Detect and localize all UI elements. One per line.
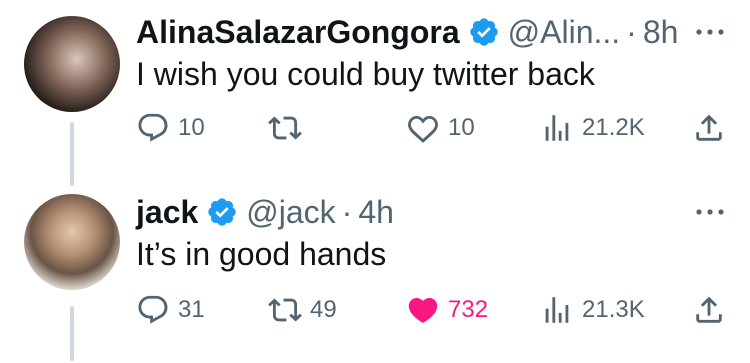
author-name[interactable]: AlinaSalazarGongora <box>136 14 460 51</box>
like-button[interactable]: 732 <box>406 293 488 327</box>
avatar[interactable] <box>24 194 120 290</box>
avatar[interactable] <box>24 16 120 112</box>
retweet-count: 49 <box>310 296 337 323</box>
more-icon[interactable] <box>692 194 728 230</box>
retweet-icon <box>268 298 302 322</box>
views-icon <box>545 115 569 141</box>
retweet-button[interactable] <box>268 111 310 145</box>
separator-dot: · <box>341 193 353 230</box>
author-handle[interactable]: @jack <box>246 194 335 231</box>
author-name[interactable]: jack <box>136 194 198 231</box>
reply-icon <box>138 113 168 142</box>
like-count: 10 <box>448 114 475 141</box>
reply-icon <box>138 295 168 324</box>
thread-line <box>70 122 74 186</box>
views-button[interactable]: 21.3K <box>540 293 645 327</box>
heart-icon <box>408 297 438 323</box>
separator-dot: · <box>626 13 637 50</box>
like-button[interactable]: 10 <box>406 111 475 145</box>
share-button[interactable] <box>692 293 726 327</box>
verified-badge-icon <box>208 198 236 226</box>
retweet-button[interactable]: 49 <box>268 293 337 327</box>
tweet-header: AlinaSalazarGongora @Alin... · 8h <box>136 12 730 52</box>
share-icon <box>696 114 722 141</box>
tweet-header: jack @jack · 4h <box>136 192 730 232</box>
reply-button[interactable]: 10 <box>136 111 205 145</box>
action-bar: 31 49 732 21.3K <box>136 290 726 330</box>
reply-count: 31 <box>178 296 205 323</box>
views-count: 21.2K <box>582 114 645 141</box>
tweet-text: It’s in good hands <box>136 236 387 272</box>
retweet-icon <box>268 116 302 140</box>
views-count: 21.3K <box>582 296 645 323</box>
share-icon <box>696 296 722 323</box>
views-button[interactable]: 21.2K <box>540 111 645 145</box>
tweet-text: I wish you could buy twitter back <box>136 56 595 92</box>
reply-count: 10 <box>178 114 205 141</box>
tweet[interactable]: jack @jack · 4h It’s in good hands 31 49… <box>0 190 750 363</box>
reply-button[interactable]: 31 <box>136 293 205 327</box>
like-count: 732 <box>448 296 489 323</box>
tweet[interactable]: AlinaSalazarGongora @Alin... · 8h I wish… <box>0 0 750 190</box>
views-icon <box>545 297 569 323</box>
share-button[interactable] <box>692 111 726 145</box>
author-handle[interactable]: @Alin... <box>508 14 621 51</box>
timestamp[interactable]: 4h <box>358 194 394 231</box>
more-icon[interactable] <box>692 14 728 50</box>
timestamp[interactable]: 8h <box>643 14 679 51</box>
thread-line <box>70 306 74 361</box>
action-bar: 10 10 21.2K <box>136 108 726 148</box>
verified-badge-icon <box>469 18 498 46</box>
heart-icon <box>408 115 438 143</box>
